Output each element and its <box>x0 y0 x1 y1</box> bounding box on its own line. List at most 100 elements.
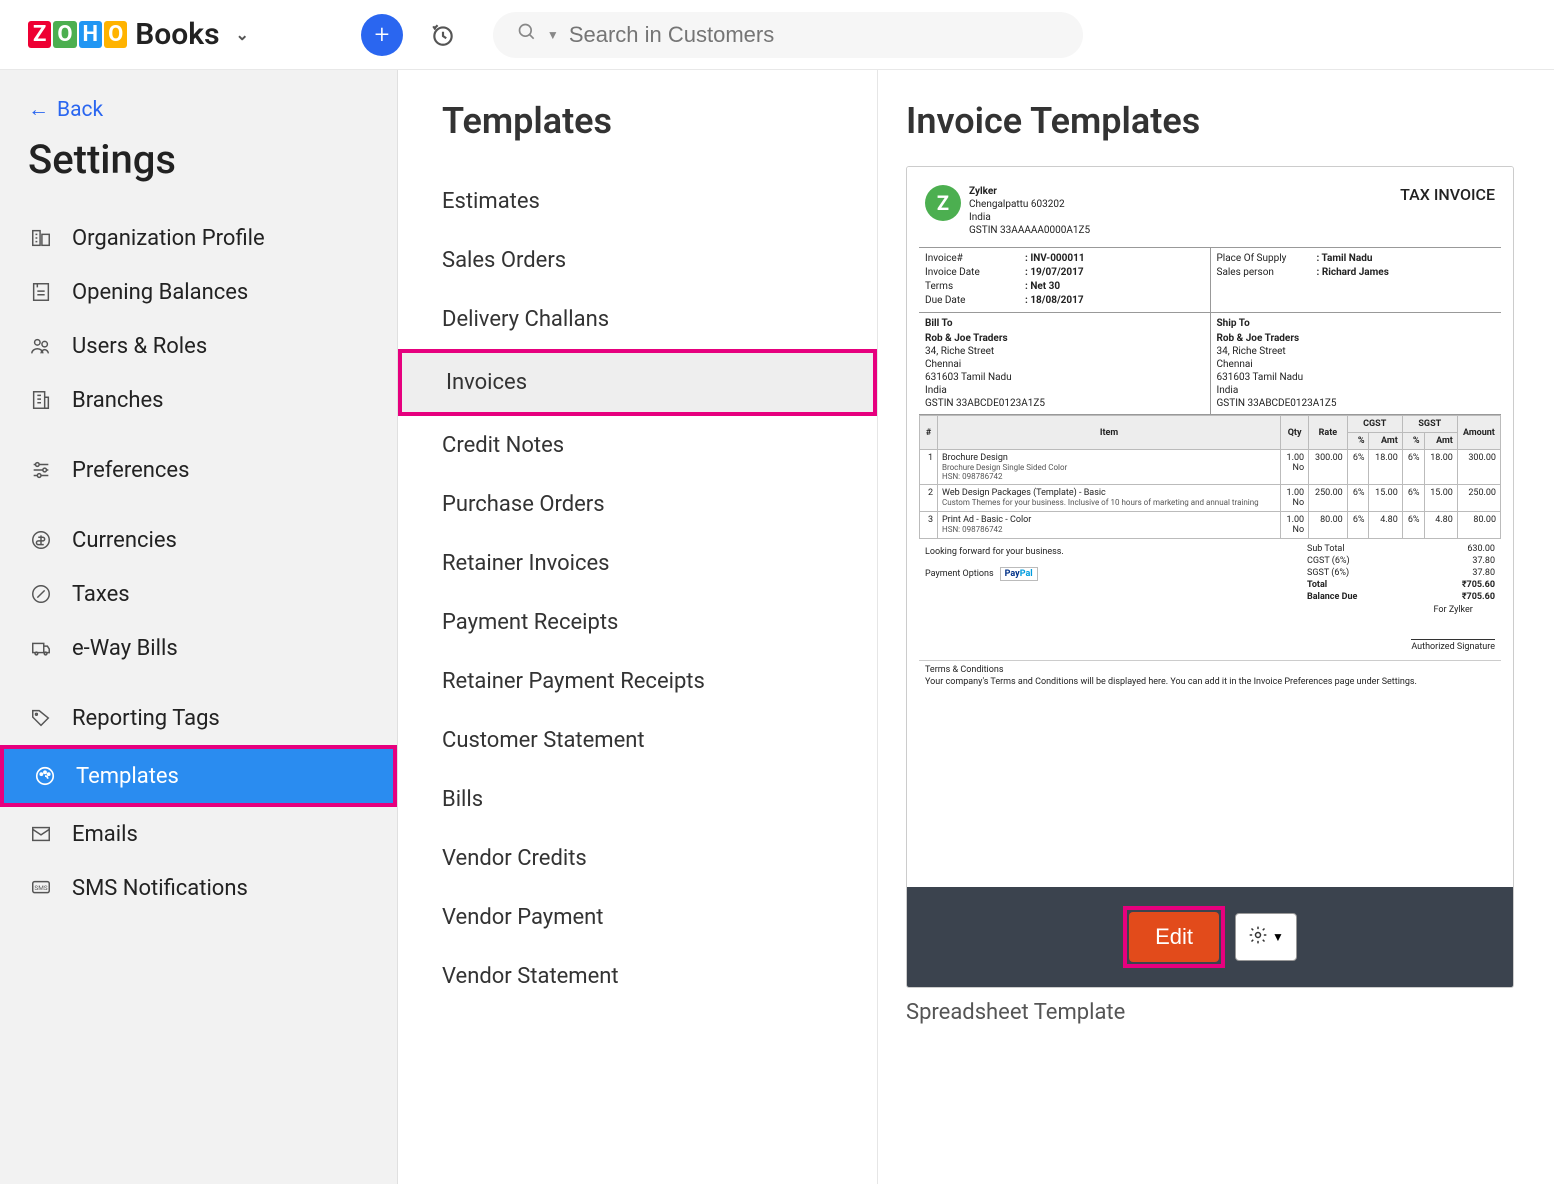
sidebar-item-label: Taxes <box>72 582 130 607</box>
recent-icon[interactable] <box>423 15 463 55</box>
sidebar-item-label: Users & Roles <box>72 334 207 359</box>
tpl-item-label: Sales Orders <box>442 248 566 273</box>
sidebar-item-sms-notifications[interactable]: SMS SMS Notifications <box>0 861 397 915</box>
caret-down-icon: ▼ <box>1272 930 1284 944</box>
settings-title: Settings <box>0 136 397 211</box>
svg-text:SMS: SMS <box>34 884 47 892</box>
template-card[interactable]: Z Zylker Chengalpattu 603202 India GSTIN… <box>906 166 1514 988</box>
tpl-item-invoices[interactable]: Invoices <box>398 349 877 416</box>
branches-icon <box>28 387 54 413</box>
tpl-item-retainer-invoices[interactable]: Retainer Invoices <box>398 534 877 593</box>
sidebar-item-reporting-tags[interactable]: Reporting Tags <box>0 691 397 745</box>
templates-icon <box>32 763 58 789</box>
tpl-item-label: Delivery Challans <box>442 307 609 332</box>
brand-name: Books <box>135 17 219 52</box>
sidebar-item-users-roles[interactable]: Users & Roles <box>0 319 397 373</box>
sidebar-item-emails[interactable]: Emails <box>0 807 397 861</box>
for-label: For Zylker <box>1411 605 1495 615</box>
company-addr: Chengalpattu 603202 <box>969 198 1090 211</box>
opening-icon <box>28 279 54 305</box>
tpl-item-customer-statement[interactable]: Customer Statement <box>398 711 877 770</box>
users-icon <box>28 333 54 359</box>
tpl-item-delivery-challans[interactable]: Delivery Challans <box>398 290 877 349</box>
back-label: Back <box>57 98 103 122</box>
company-country: India <box>969 211 1090 224</box>
sidebar-item-label: Reporting Tags <box>72 706 220 731</box>
sidebar-item-label: SMS Notifications <box>72 876 248 901</box>
sidebar-item-label: Opening Balances <box>72 280 248 305</box>
search-input[interactable] <box>569 22 1059 48</box>
thanks-note: Looking forward for your business. <box>925 547 1064 557</box>
emails-icon <box>28 821 54 847</box>
settings-nav: Organization Profile Opening Balances Us… <box>0 211 397 915</box>
arrow-left-icon: ← <box>28 98 49 122</box>
tpl-item-label: Retainer Invoices <box>442 551 610 576</box>
sidebar-item-label: e-Way Bills <box>72 636 178 661</box>
signature-label: Authorized Signature <box>1411 639 1495 652</box>
tpl-item-purchase-orders[interactable]: Purchase Orders <box>398 475 877 534</box>
sidebar-item-taxes[interactable]: Taxes <box>0 567 397 621</box>
sidebar-item-currencies[interactable]: Currencies <box>0 513 397 567</box>
paypal-badge: PayPal <box>1000 567 1038 581</box>
quick-create-button[interactable]: + <box>361 14 403 56</box>
tpl-item-bills[interactable]: Bills <box>398 770 877 829</box>
tpl-item-vendor-credits[interactable]: Vendor Credits <box>398 829 877 888</box>
sidebar-item-preferences[interactable]: Preferences <box>0 443 397 497</box>
org-icon <box>28 225 54 251</box>
gear-icon <box>1248 925 1268 950</box>
back-link[interactable]: ← Back <box>0 98 397 136</box>
tpl-item-sales-orders[interactable]: Sales Orders <box>398 231 877 290</box>
sidebar-item-branches[interactable]: Branches <box>0 373 397 427</box>
edit-template-button[interactable]: Edit <box>1129 912 1219 962</box>
company-name: Zylker <box>969 185 1090 198</box>
table-row: 2 Web Design Packages (Template) - Basic… <box>920 485 1501 512</box>
tpl-item-label: Bills <box>442 787 483 812</box>
settings-sidebar: ← Back Settings Organization Profile Ope… <box>0 70 398 1184</box>
tpl-item-vendor-payment[interactable]: Vendor Payment <box>398 888 877 947</box>
templates-heading: Templates <box>398 100 877 172</box>
sidebar-item-opening-balances[interactable]: Opening Balances <box>0 265 397 319</box>
sidebar-item-label: Emails <box>72 822 138 847</box>
zoho-logo-icon: ZOHO <box>28 21 127 48</box>
search-caret-icon[interactable]: ▼ <box>547 28 559 42</box>
items-table: # Item Qty Rate CGST SGST Amount <box>919 415 1501 539</box>
taxes-icon <box>28 581 54 607</box>
sidebar-item-label: Preferences <box>72 458 189 483</box>
template-options-button[interactable]: ▼ <box>1235 913 1297 961</box>
totals: Sub Total630.00CGST (6%)37.80SGST (6%)37… <box>1301 543 1501 603</box>
company-gstin: GSTIN 33AAAAA0000A1Z5 <box>969 224 1090 237</box>
tpl-item-vendor-statement[interactable]: Vendor Statement <box>398 947 877 1006</box>
tpl-item-estimates[interactable]: Estimates <box>398 172 877 231</box>
currency-icon <box>28 527 54 553</box>
tpl-item-label: Customer Statement <box>442 728 645 753</box>
tpl-item-label: Payment Receipts <box>442 610 618 635</box>
sidebar-item-templates[interactable]: Templates <box>0 745 397 807</box>
sidebar-item-eway-bills[interactable]: e-Way Bills <box>0 621 397 675</box>
eway-icon <box>28 635 54 661</box>
tpl-item-credit-notes[interactable]: Credit Notes <box>398 416 877 475</box>
template-card-label: Spreadsheet Template <box>906 1000 1526 1025</box>
tpl-item-retainer-payment-receipts[interactable]: Retainer Payment Receipts <box>398 652 877 711</box>
table-row: 1 Brochure DesignBrochure Design Single … <box>920 450 1501 485</box>
tpl-item-payment-receipts[interactable]: Payment Receipts <box>398 593 877 652</box>
prefs-icon <box>28 457 54 483</box>
bill-to: Bill To Rob & Joe Traders 34, Riche Stre… <box>919 313 1210 414</box>
tpl-item-label: Purchase Orders <box>442 492 605 517</box>
meta-right: Place Of SupplyTamil NaduSales personRic… <box>1210 248 1502 312</box>
search-icon <box>517 22 537 48</box>
tpl-item-label: Vendor Credits <box>442 846 587 871</box>
invoice-templates-heading: Invoice Templates <box>906 100 1526 142</box>
template-card-footer: Edit ▼ <box>907 887 1513 987</box>
chevron-down-icon[interactable]: ⌄ <box>236 25 249 44</box>
sidebar-item-org-profile[interactable]: Organization Profile <box>0 211 397 265</box>
tax-invoice-title: TAX INVOICE <box>1400 185 1495 204</box>
table-row: 3 Print Ad - Basic - ColorHSN: 098786742… <box>920 512 1501 539</box>
tpl-item-label: Invoices <box>446 370 527 395</box>
template-preview-panel: Invoice Templates Z Zylker Chengalpattu … <box>878 70 1554 1184</box>
sidebar-item-label: Templates <box>76 764 179 789</box>
invoice-preview: Z Zylker Chengalpattu 603202 India GSTIN… <box>907 167 1513 887</box>
tpl-item-label: Credit Notes <box>442 433 564 458</box>
app-logo[interactable]: ZOHO Books ⌄ <box>28 17 249 52</box>
tc-title: Terms & Conditions <box>925 665 1495 677</box>
search-bar[interactable]: ▼ <box>493 12 1083 58</box>
